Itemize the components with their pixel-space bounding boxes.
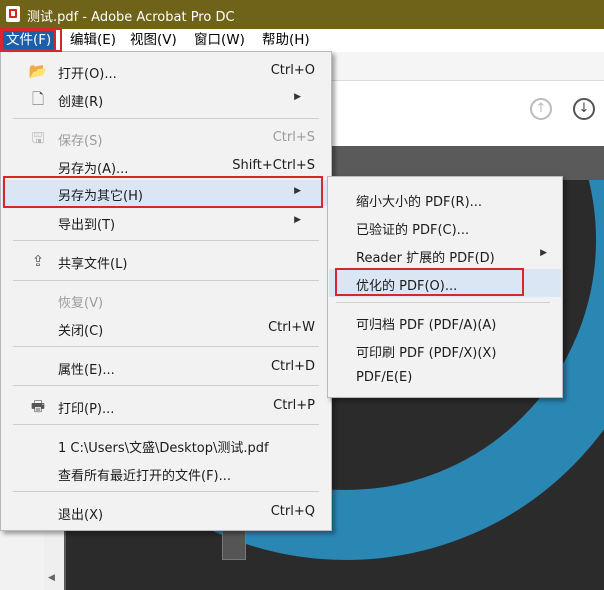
menu-divider (13, 118, 319, 119)
menu-item-close[interactable]: 关闭(C) Ctrl+W (2, 315, 331, 341)
menu-item-save-as[interactable]: 另存为(A)... Shift+Ctrl+S (2, 153, 331, 179)
menu-divider (13, 491, 319, 492)
menu-file[interactable]: 文件(F) (0, 29, 57, 51)
submenu-item-certified-pdf[interactable]: 已验证的 PDF(C)... (329, 213, 561, 241)
menu-edit[interactable]: 编辑(E) (66, 30, 120, 50)
save-icon: 🖫 (31, 129, 45, 147)
submenu-item-reader-extended-pdf[interactable]: Reader 扩展的 PDF(D) ▶ (329, 241, 561, 269)
menu-item-export[interactable]: 导出到(T) ▶ (2, 209, 331, 235)
menu-divider (13, 385, 319, 386)
menu-item-revert: 恢复(V) (58, 296, 104, 311)
menu-divider (13, 346, 319, 347)
acrobat-logo-icon (6, 6, 20, 22)
menu-item-properties[interactable]: 属性(E)... Ctrl+D (2, 354, 331, 380)
submenu-item-pdf-e[interactable]: PDF/E(E) (329, 364, 561, 392)
menu-window[interactable]: 窗口(W) (190, 30, 249, 50)
window-title: 测试.pdf - Adobe Acrobat Pro DC (27, 10, 235, 25)
menu-divider (13, 240, 319, 241)
menu-view[interactable]: 视图(V) (126, 30, 181, 50)
menu-bar: 文件(F) 编辑(E) 视图(V) 窗口(W) 帮助(H) (0, 29, 604, 52)
submenu-arrow-icon: ▶ (540, 248, 547, 258)
menu-item-open[interactable]: 📂 打开(O)... Ctrl+O (2, 58, 331, 84)
menu-item-save-as-other[interactable]: 另存为其它(H) ▶ (2, 180, 331, 206)
next-page-icon[interactable]: ↓ (573, 98, 595, 120)
file-menu-dropdown: 📂 打开(O)... Ctrl+O 🗋 创建(R) ▶ 🖫 保存(S) Ctrl… (0, 51, 332, 531)
menu-item-share[interactable]: ⇪ 共享文件(L) (2, 248, 331, 274)
menu-help[interactable]: 帮助(H) (258, 30, 314, 50)
previous-page-icon[interactable]: ↑ (530, 98, 552, 120)
share-icon: ⇪ (31, 252, 45, 270)
folder-open-icon: 📂 (28, 62, 48, 80)
menu-divider (13, 280, 319, 281)
page-thumbnail (222, 528, 246, 560)
save-as-other-submenu: 缩小大小的 PDF(R)... 已验证的 PDF(C)... Reader 扩展… (327, 176, 563, 398)
menu-item-save: 🖫 保存(S) Ctrl+S (2, 125, 331, 151)
scroll-left-arrow-icon[interactable]: ◀ (48, 573, 55, 583)
menu-item-print[interactable]: 🖶 打印(P)... Ctrl+P (2, 393, 331, 419)
submenu-arrow-icon: ▶ (294, 92, 301, 102)
menu-divider (336, 302, 550, 303)
submenu-item-archivable-pdf[interactable]: 可归档 PDF (PDF/A)(A) (329, 308, 561, 336)
submenu-arrow-icon: ▶ (294, 215, 301, 225)
submenu-item-reduced-size-pdf[interactable]: 缩小大小的 PDF(R)... (329, 185, 561, 213)
submenu-item-printable-pdf[interactable]: 可印刷 PDF (PDF/X)(X) (329, 336, 561, 364)
printer-icon: 🖶 (30, 397, 46, 415)
create-pdf-icon: 🗋 (31, 90, 45, 108)
menu-item-recent-file[interactable]: 1 C:\Users\文盛\Desktop\测试.pdf (2, 432, 331, 458)
menu-item-create[interactable]: 🗋 创建(R) ▶ (2, 86, 331, 112)
submenu-arrow-icon: ▶ (294, 186, 301, 196)
title-bar: 测试.pdf - Adobe Acrobat Pro DC (0, 0, 604, 29)
menu-item-view-all-recent[interactable]: 查看所有最近打开的文件(F)... (2, 460, 331, 486)
submenu-item-optimized-pdf[interactable]: 优化的 PDF(O)... (329, 269, 561, 297)
menu-item-exit[interactable]: 退出(X) Ctrl+Q (2, 499, 331, 525)
menu-divider (13, 424, 319, 425)
